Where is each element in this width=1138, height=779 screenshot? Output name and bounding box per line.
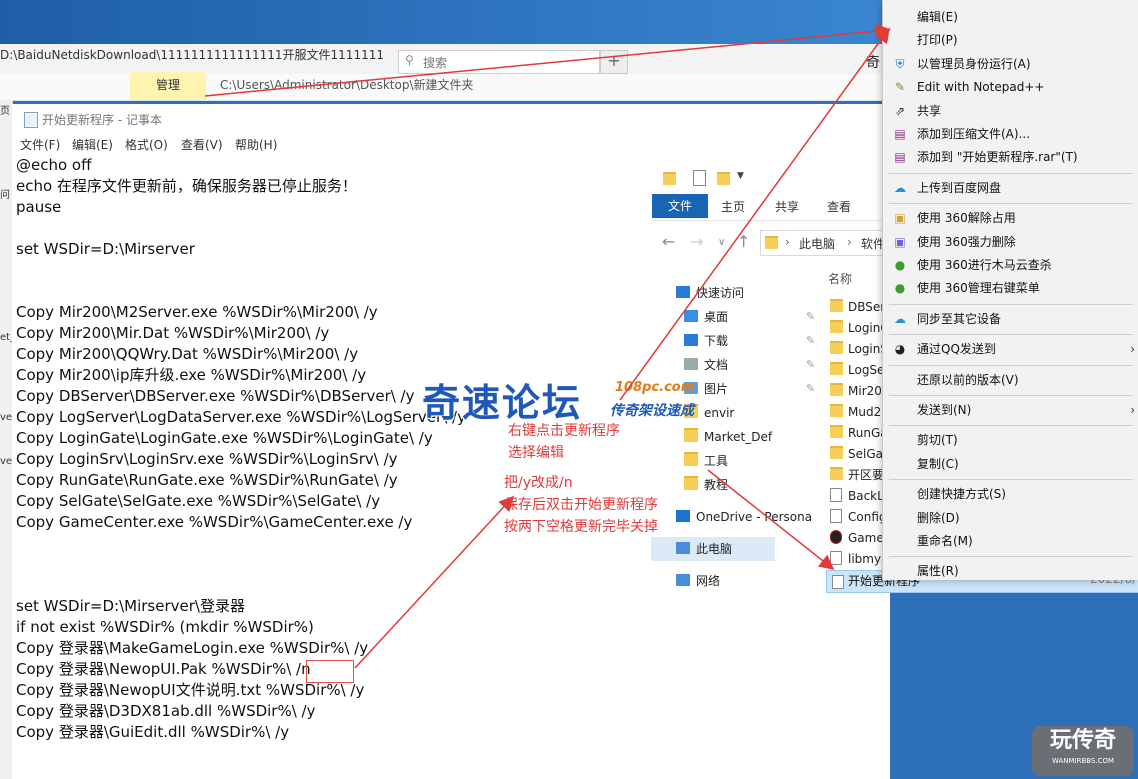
arrow-to-edit — [619, 27, 890, 401]
logo-text: 玩传奇 — [1049, 728, 1116, 753]
arrow-to-flag — [354, 495, 515, 669]
site-logo: 玩传奇 WANMIRBBS.COM — [1032, 726, 1134, 776]
arrow-to-file — [707, 469, 835, 570]
logo-subtext: WANMIRBBS.COM — [1051, 757, 1115, 765]
arrow-from-title — [204, 23, 891, 97]
annotation-arrows — [204, 23, 891, 669]
